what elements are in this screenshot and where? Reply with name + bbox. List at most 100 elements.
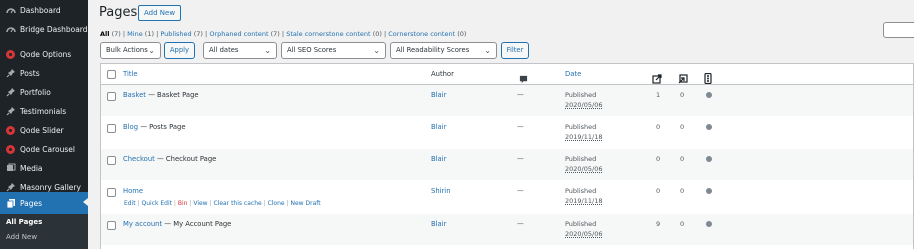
row-checkbox[interactable] [107, 188, 116, 197]
chevron-down-icon: ⌄ [148, 46, 155, 55]
date-text: 2019/11/18 [565, 133, 603, 141]
outgoing-links-count: 1 [656, 91, 661, 99]
column-date[interactable]: Date [565, 70, 581, 78]
readability-scores-select[interactable]: All Readability Scores ⌄ [390, 42, 497, 59]
row-checkbox[interactable] [107, 124, 116, 133]
table-row: Home Edit | Quick Edit | Bin | View | Cl… [101, 181, 913, 213]
menu-qode-carousel[interactable]: Qode Carousel [0, 139, 88, 159]
select-all-checkbox[interactable] [107, 70, 116, 79]
qode-icon [5, 125, 16, 136]
row-checkbox[interactable] [107, 92, 116, 101]
comments-count: — [517, 187, 524, 195]
add-new-button[interactable]: Add New [138, 5, 182, 21]
menu-posts[interactable]: Posts [0, 63, 88, 83]
chevron-down-icon: ⌄ [484, 46, 491, 55]
seo-score-dot [706, 92, 712, 98]
pages-icon [5, 198, 16, 209]
pin-icon [5, 182, 16, 193]
filter-orphaned[interactable]: Orphaned content [209, 30, 268, 38]
bin-link[interactable]: Bin [178, 200, 188, 207]
author-link[interactable]: Shirin [431, 187, 451, 195]
view-link[interactable]: View [193, 200, 207, 207]
menu-qode-options[interactable]: Qode Options [0, 44, 88, 64]
page-title-link[interactable]: Basket [123, 91, 146, 99]
incoming-links-count: 0 [680, 155, 685, 163]
page-title: Pages [99, 5, 138, 20]
page-title-link[interactable]: Home [123, 187, 143, 195]
comments-count: — [517, 91, 524, 99]
menu-pages[interactable]: Pages [0, 192, 88, 214]
search-input[interactable] [883, 22, 914, 38]
date-text: 2019/11/18 [565, 197, 603, 205]
apply-button[interactable]: Apply [164, 42, 195, 59]
row-checkbox[interactable] [107, 156, 116, 165]
dashboard-icon [5, 5, 16, 16]
column-title[interactable]: Title [123, 70, 138, 78]
status-text: Published [565, 155, 597, 163]
clear-cache-link[interactable]: Clear this cache [213, 200, 261, 207]
comments-count: — [517, 155, 524, 163]
incoming-links-count: 0 [680, 187, 685, 195]
row-checkbox[interactable] [107, 221, 116, 230]
seo-score-dot [706, 221, 712, 227]
incoming-links-icon [678, 69, 688, 84]
admin-sidebar: Dashboard Bridge Dashboard Qode Options … [0, 0, 88, 249]
edit-link[interactable]: Edit [124, 200, 136, 207]
pages-table: Title Author Date Basket — Basket Page B… [100, 63, 914, 249]
clone-link[interactable]: Clone [268, 200, 285, 207]
page-title-link[interactable]: My account [123, 220, 162, 228]
menu-testimonials[interactable]: Testimonials [0, 101, 88, 121]
menu-qode-slider[interactable]: Qode Slider [0, 120, 88, 140]
seo-score-dot [706, 124, 712, 130]
filter-mine[interactable]: Mine [127, 30, 143, 38]
dates-select[interactable]: All dates ⌄ [203, 42, 277, 59]
qode-icon [5, 144, 16, 155]
author-link[interactable]: Blair [431, 91, 446, 99]
qode-icon [5, 49, 16, 60]
quick-edit-link[interactable]: Quick Edit [142, 200, 173, 207]
filter-published[interactable]: Published [160, 30, 191, 38]
menu-media[interactable]: Media [0, 158, 88, 178]
chevron-down-icon: ⌄ [373, 46, 380, 55]
main-content: Pages Add New All (7) | Mine (1) | Publi… [88, 0, 914, 249]
author-link[interactable]: Blair [431, 123, 446, 131]
incoming-links-count: 0 [680, 123, 685, 131]
outgoing-links-count: 0 [656, 123, 661, 131]
incoming-links-count: 0 [680, 220, 685, 228]
seo-traffic-light-icon [704, 69, 714, 85]
pin-icon [5, 68, 16, 79]
seo-scores-select[interactable]: All SEO Scores ⌄ [281, 42, 386, 59]
row-actions: Edit | Quick Edit | Bin | View | Clear t… [124, 200, 321, 207]
outgoing-links-count: 0 [656, 155, 661, 163]
bulk-actions-select[interactable]: Bulk Actions ⌄ [100, 42, 161, 59]
submenu-all-pages[interactable]: All Pages [6, 218, 42, 226]
seo-score-dot [706, 188, 712, 194]
page-title-link[interactable]: Checkout [123, 155, 155, 163]
outgoing-links-count: 0 [656, 187, 661, 195]
table-row: Blog — Posts Page Blair — Published 2019… [101, 117, 913, 148]
page-title-link[interactable]: Blog [123, 123, 138, 131]
menu-dashboard[interactable]: Dashboard [0, 0, 88, 20]
status-text: Published [565, 187, 597, 195]
filter-all[interactable]: All [100, 30, 110, 38]
date-text: 2020/05/06 [565, 165, 603, 173]
filter-stale-cornerstone[interactable]: Stale cornerstone content [286, 30, 370, 38]
filter-button[interactable]: Filter [501, 42, 529, 59]
outgoing-links-count: 9 [656, 220, 661, 228]
date-text: 2020/05/06 [565, 101, 603, 109]
table-row: My account — My Account Page Blair — Pub… [101, 214, 913, 245]
status-text: Published [565, 220, 597, 228]
column-author: Author [431, 70, 454, 78]
pages-submenu: All Pages Add New [0, 214, 88, 249]
comments-count: — [517, 220, 524, 228]
submenu-add-new[interactable]: Add New [6, 233, 37, 241]
new-draft-link[interactable]: New Draft [290, 200, 320, 207]
author-link[interactable]: Blair [431, 155, 446, 163]
menu-portfolio[interactable]: Portfolio [0, 82, 88, 102]
incoming-links-count: 0 [680, 91, 685, 99]
menu-bridge-dashboard[interactable]: Bridge Dashboard [0, 19, 88, 39]
filter-cornerstone[interactable]: Cornerstone content [388, 30, 455, 38]
status-text: Published [565, 123, 597, 131]
seo-score-dot [706, 156, 712, 162]
author-link[interactable]: Blair [431, 220, 446, 228]
